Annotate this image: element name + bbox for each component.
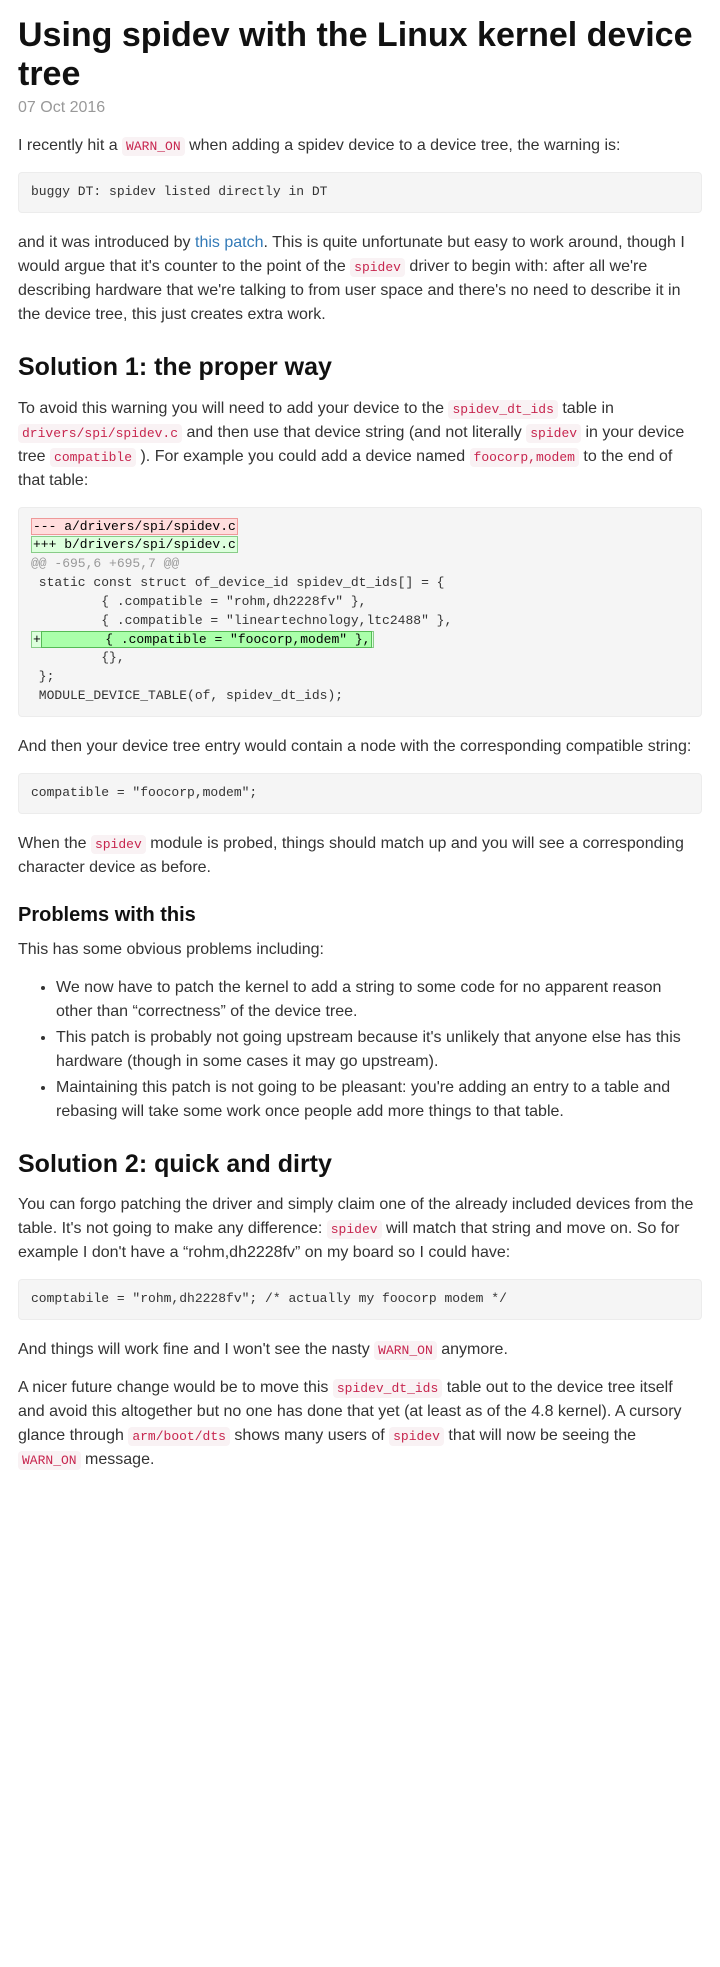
diff-added-strong: { .compatible = "foocorp,modem" }, <box>41 631 373 648</box>
list-item: This patch is probably not going upstrea… <box>56 1026 702 1074</box>
paragraph: And then your device tree entry would co… <box>18 735 702 759</box>
paragraph: And things will work fine and I won't se… <box>18 1338 702 1362</box>
diff-removed: --- a/drivers/spi/spidev.c <box>31 518 238 535</box>
text: When the <box>18 835 91 852</box>
heading-solution-1: Solution 1: the proper way <box>18 349 702 387</box>
text: that will now be seeing the <box>444 1427 636 1444</box>
code-spidev: spidev <box>526 424 581 443</box>
diff-added: +++ b/drivers/spi/spidev.c <box>31 536 238 553</box>
code-warn-on: WARN_ON <box>18 1451 81 1470</box>
text: shows many users of <box>230 1427 389 1444</box>
intro-paragraph: I recently hit a WARN_ON when adding a s… <box>18 134 702 158</box>
list-item: Maintaining this patch is not going to b… <box>56 1076 702 1124</box>
text: To avoid this warning you will need to a… <box>18 400 448 417</box>
diff-context: }; <box>31 669 54 684</box>
text: table in <box>558 400 614 417</box>
diff-added-line: + { .compatible = "foocorp,modem" }, <box>31 631 374 648</box>
diff-context: { .compatible = "rohm,dh2228fv" }, <box>31 594 366 609</box>
code-spidev: spidev <box>91 835 146 854</box>
code-warn-on: WARN_ON <box>374 1341 437 1360</box>
diff-context: static const struct of_device_id spidev_… <box>31 575 444 590</box>
paragraph: and it was introduced by this patch. Thi… <box>18 231 702 327</box>
paragraph: A nicer future change would be to move t… <box>18 1376 702 1472</box>
code-foocorp: foocorp,modem <box>470 448 579 467</box>
heading-solution-2: Solution 2: quick and dirty <box>18 1146 702 1184</box>
code-block-diff: --- a/drivers/spi/spidev.c +++ b/drivers… <box>18 507 702 717</box>
code-spidev-dt-ids: spidev_dt_ids <box>448 400 557 419</box>
paragraph: To avoid this warning you will need to a… <box>18 397 702 493</box>
code-spidev-dt-ids: spidev_dt_ids <box>333 1379 442 1398</box>
code-spidev: spidev <box>389 1427 444 1446</box>
code-arm-boot-dts: arm/boot/dts <box>128 1427 230 1446</box>
paragraph: When the spidev module is probed, things… <box>18 832 702 880</box>
diff-context: {}, <box>31 650 125 665</box>
paragraph: This has some obvious problems including… <box>18 938 702 962</box>
code-spidev: spidev <box>327 1220 382 1239</box>
code-spidev: spidev <box>350 258 405 277</box>
text: message. <box>81 1451 155 1468</box>
problems-list: We now have to patch the kernel to add a… <box>18 976 702 1124</box>
code-compatible: compatible <box>50 448 136 467</box>
text: And things will work fine and I won't se… <box>18 1341 374 1358</box>
text: when adding a spidev device to a device … <box>185 137 621 154</box>
link-this-patch[interactable]: this patch <box>195 234 263 251</box>
text: and then use that device string (and not… <box>182 424 526 441</box>
text: and it was introduced by <box>18 234 195 251</box>
list-item: We now have to patch the kernel to add a… <box>56 976 702 1024</box>
heading-problems: Problems with this <box>18 900 702 930</box>
code-path: drivers/spi/spidev.c <box>18 424 182 443</box>
code-block-rohm: comptabile = "rohm,dh2228fv"; /* actuall… <box>18 1279 702 1320</box>
text: A nicer future change would be to move t… <box>18 1379 333 1396</box>
diff-context: MODULE_DEVICE_TABLE(of, spidev_dt_ids); <box>31 688 343 703</box>
diff-hunk: @@ -695,6 +695,7 @@ <box>31 556 179 571</box>
code-block-compatible: compatible = "foocorp,modem"; <box>18 773 702 814</box>
code-block-warning: buggy DT: spidev listed directly in DT <box>18 172 702 213</box>
page-title: Using spidev with the Linux kernel devic… <box>18 16 702 94</box>
diff-context: { .compatible = "lineartechnology,ltc248… <box>31 613 452 628</box>
post-date: 07 Oct 2016 <box>18 96 702 120</box>
text: ). For example you could add a device na… <box>136 448 470 465</box>
text: I recently hit a <box>18 137 122 154</box>
text: anymore. <box>437 1341 508 1358</box>
paragraph: You can forgo patching the driver and si… <box>18 1193 702 1265</box>
code-warn-on: WARN_ON <box>122 137 185 156</box>
